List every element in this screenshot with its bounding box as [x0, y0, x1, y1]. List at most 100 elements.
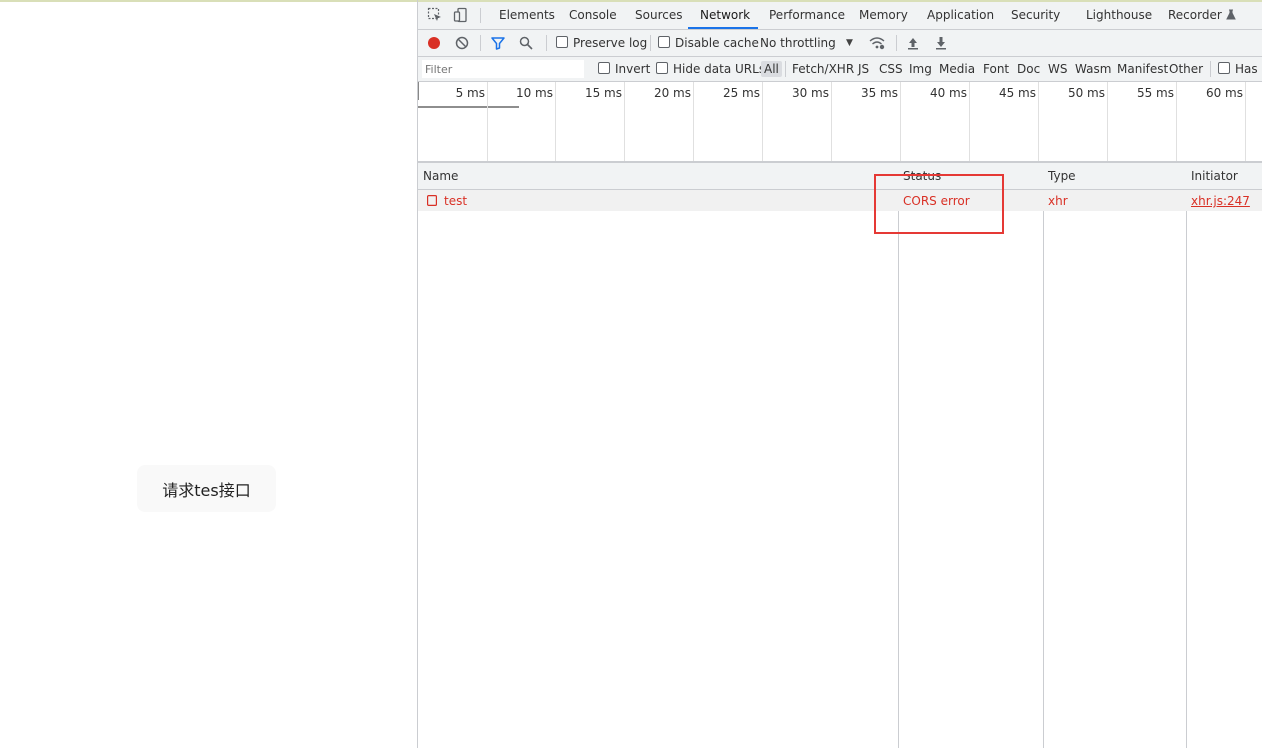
filter-type-other[interactable]: Other: [1169, 57, 1203, 81]
timeline-tick-label: 25 ms: [722, 86, 760, 100]
tab-recorder[interactable]: Recorder: [1168, 2, 1236, 29]
filter-type-doc[interactable]: Doc: [1017, 57, 1040, 81]
toolbar-separator: [896, 35, 897, 51]
timeline-tick-label: 50 ms: [1067, 86, 1105, 100]
tabbar-separator: [480, 8, 481, 23]
tab-memory[interactable]: Memory: [859, 2, 908, 29]
throttling-value: No throttling: [760, 36, 836, 50]
checkbox-box: [556, 36, 568, 48]
tab-network[interactable]: Network: [700, 2, 750, 29]
clear-icon[interactable]: [455, 36, 469, 50]
preserve-log-checkbox[interactable]: Preserve log: [556, 30, 647, 56]
timeline-tick: 55 ms: [1108, 82, 1177, 161]
hide-data-urls-checkbox[interactable]: Hide data URLs: [656, 57, 765, 81]
tab-performance[interactable]: Performance: [769, 2, 845, 29]
column-divider[interactable]: [1043, 163, 1044, 748]
timeline-tick-label: 10 ms: [515, 86, 553, 100]
column-header-initiator[interactable]: Initiator: [1191, 163, 1238, 189]
request-initiator-link[interactable]: xhr.js:247: [1191, 190, 1250, 211]
timeline-tick-label: 15 ms: [584, 86, 622, 100]
filter-type-all[interactable]: All: [761, 61, 782, 77]
timeline-overview[interactable]: 5 ms 10 ms 15 ms 20 ms 25 ms 30 ms 35 ms…: [418, 82, 1262, 163]
tab-sources[interactable]: Sources: [635, 2, 682, 29]
timeline-tick-label: 30 ms: [791, 86, 829, 100]
filter-bar: Invert Hide data URLs All Fetch/XHR JS C…: [418, 57, 1262, 82]
timeline-tick: 50 ms: [1039, 82, 1108, 161]
tab-console[interactable]: Console: [569, 2, 617, 29]
hide-data-urls-label: Hide data URLs: [673, 62, 766, 76]
column-header-name[interactable]: Name: [423, 163, 458, 189]
timeline-tick: 10 ms: [487, 82, 556, 161]
timeline-tick: 20 ms: [625, 82, 694, 161]
filter-separator: [1210, 61, 1211, 77]
active-tab-indicator: [688, 27, 758, 29]
timeline-tick-label: 35 ms: [860, 86, 898, 100]
filter-separator: [785, 61, 786, 77]
timeline-tick-label: 5 ms: [455, 86, 485, 100]
filter-type-media[interactable]: Media: [939, 57, 975, 81]
record-icon[interactable]: [427, 36, 441, 50]
column-divider[interactable]: [898, 163, 899, 748]
import-har-icon[interactable]: [907, 36, 919, 50]
filter-type-img[interactable]: Img: [909, 57, 932, 81]
web-page: 请求tes接口: [0, 2, 417, 748]
network-conditions-icon[interactable]: [869, 36, 885, 50]
table-header: Name Status Type Initiator: [418, 163, 1262, 190]
filter-type-css[interactable]: CSS: [879, 57, 903, 81]
disable-cache-label: Disable cache: [675, 36, 759, 50]
filter-type-wasm[interactable]: Wasm: [1075, 57, 1111, 81]
flask-icon: [1225, 9, 1236, 20]
column-divider[interactable]: [1186, 163, 1187, 748]
timeline-tick: 60 ms: [1177, 82, 1246, 161]
has-blocked-cookies-label: Has b: [1235, 62, 1262, 76]
disable-cache-checkbox[interactable]: Disable cache: [658, 30, 759, 56]
timeline-tick-label: 45 ms: [998, 86, 1036, 100]
filter-icon[interactable]: [491, 36, 505, 50]
request-type: xhr: [1048, 194, 1068, 208]
invert-checkbox[interactable]: Invert: [598, 57, 650, 81]
timeline-tick-label: 40 ms: [929, 86, 967, 100]
toolbar-separator: [480, 35, 481, 51]
filter-input[interactable]: [422, 60, 584, 78]
devtools-panel: Elements Console Sources Network Perform…: [418, 2, 1262, 748]
checkbox-box: [658, 36, 670, 48]
devtools-tabbar: Elements Console Sources Network Perform…: [418, 2, 1262, 30]
toolbar-separator: [650, 35, 651, 51]
device-toolbar-icon[interactable]: [453, 7, 469, 23]
preserve-log-label: Preserve log: [573, 36, 648, 50]
search-icon[interactable]: [519, 36, 533, 50]
tab-lighthouse[interactable]: Lighthouse: [1086, 2, 1152, 29]
timeline-tick-label: 20 ms: [653, 86, 691, 100]
has-blocked-cookies-checkbox[interactable]: Has b: [1218, 57, 1262, 81]
table-row[interactable]: test CORS error xhr xhr.js:247: [418, 190, 1262, 211]
request-name[interactable]: test: [444, 190, 467, 211]
timeline-tick: 15 ms: [556, 82, 625, 161]
timeline-tick: 35 ms: [832, 82, 901, 161]
filter-type-fetch-xhr[interactable]: Fetch/XHR: [792, 57, 854, 81]
checkbox-box: [598, 62, 610, 74]
filter-type-ws[interactable]: WS: [1048, 57, 1067, 81]
tab-application[interactable]: Application: [927, 2, 994, 29]
toolbar-separator: [546, 35, 547, 51]
filter-type-font[interactable]: Font: [983, 57, 1009, 81]
tab-security[interactable]: Security: [1011, 2, 1060, 29]
filter-type-manifest[interactable]: Manifest: [1117, 57, 1168, 81]
checkbox-box: [1218, 62, 1230, 74]
timeline-tick-label: 60 ms: [1205, 86, 1243, 100]
network-request-table: Name Status Type Initiator test CORS err…: [418, 163, 1262, 748]
filter-type-js[interactable]: JS: [858, 57, 869, 81]
inspect-element-icon[interactable]: [427, 7, 443, 23]
column-header-type[interactable]: Type: [1048, 163, 1076, 189]
throttling-select[interactable]: No throttling: [760, 30, 836, 56]
checkbox-box: [656, 62, 668, 74]
document-error-icon: [427, 195, 437, 206]
timeline-tick: 45 ms: [970, 82, 1039, 161]
timeline-tick: 30 ms: [763, 82, 832, 161]
timeline-tick: 40 ms: [901, 82, 970, 161]
chevron-down-icon[interactable]: ▼: [846, 30, 853, 56]
timeline-tick: 25 ms: [694, 82, 763, 161]
tab-elements[interactable]: Elements: [499, 2, 555, 29]
request-test-api-button[interactable]: 请求tes接口: [137, 465, 276, 512]
export-har-icon[interactable]: [935, 36, 947, 50]
tab-recorder-label: Recorder: [1168, 8, 1222, 22]
